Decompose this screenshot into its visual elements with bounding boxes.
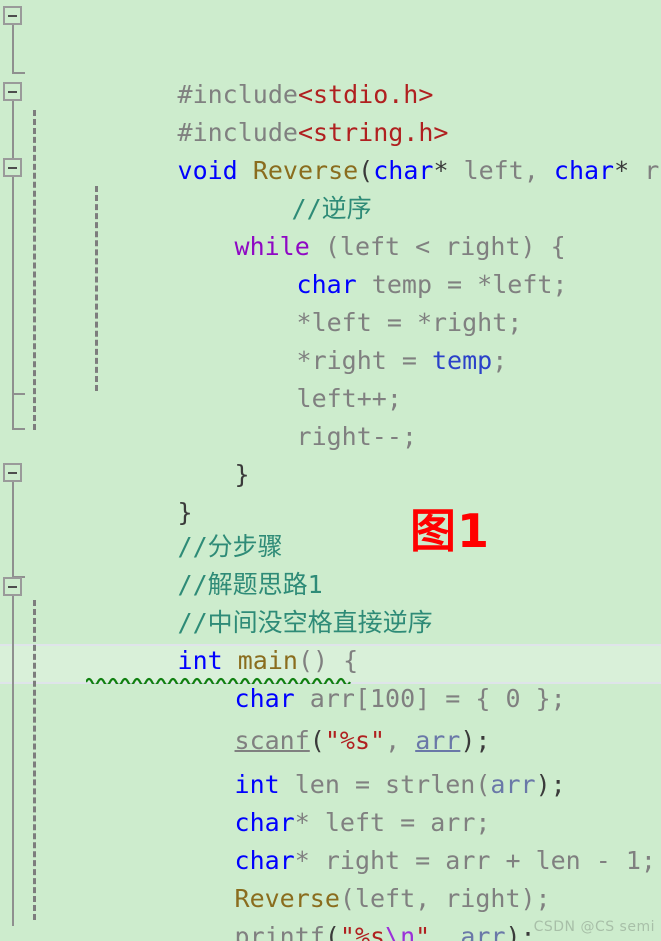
code-line-23[interactable]: printf("%s\n", arr); [0, 842, 661, 941]
code-line-20[interactable]: char* left = arr; [0, 728, 661, 837]
code-line-1[interactable]: #include<stdio.h> [0, 0, 661, 109]
code-line-15[interactable]: //中间没空格直接逆序 [0, 528, 661, 637]
code-line-17[interactable]: char arr[100] = { 0 }; [0, 604, 661, 713]
figure-annotation-label: 图1 [410, 504, 491, 558]
code-line-16[interactable]: int main() { [0, 566, 661, 675]
code-line-12[interactable]: } [0, 418, 661, 527]
code-line-21[interactable]: char* right = arr + len - 1; [0, 766, 661, 875]
code-line-6[interactable]: char temp = *left; [0, 190, 661, 299]
code-line-8[interactable]: *right = temp; [0, 266, 661, 375]
code-line-10[interactable]: right--; [0, 342, 661, 451]
code-line-19[interactable]: int len = strlen(arr); [0, 690, 661, 799]
code-line-7[interactable]: *left = *right; [0, 228, 661, 337]
code-line-13[interactable]: //分步骤 [0, 452, 661, 561]
code-line-9[interactable]: left++; [0, 304, 661, 413]
error-squiggle-scanf [86, 676, 354, 684]
code-line-2[interactable]: #include<string.h> [0, 38, 661, 147]
code-line-22[interactable]: Reverse(left, right); [0, 804, 661, 913]
code-line-14[interactable]: //解题思路1 [0, 490, 661, 599]
csdn-watermark: CSDN @CS semi [533, 919, 655, 935]
code-editor[interactable]: #include<stdio.h> #include<string.h> voi… [0, 0, 661, 941]
code-line-5[interactable]: while (left < right) { [0, 152, 661, 261]
code-line-3[interactable]: void Reverse(char* left, char* right) { [0, 76, 661, 185]
code-line-11[interactable]: } [0, 380, 661, 489]
code-line-4[interactable]: //逆序 [0, 114, 661, 223]
